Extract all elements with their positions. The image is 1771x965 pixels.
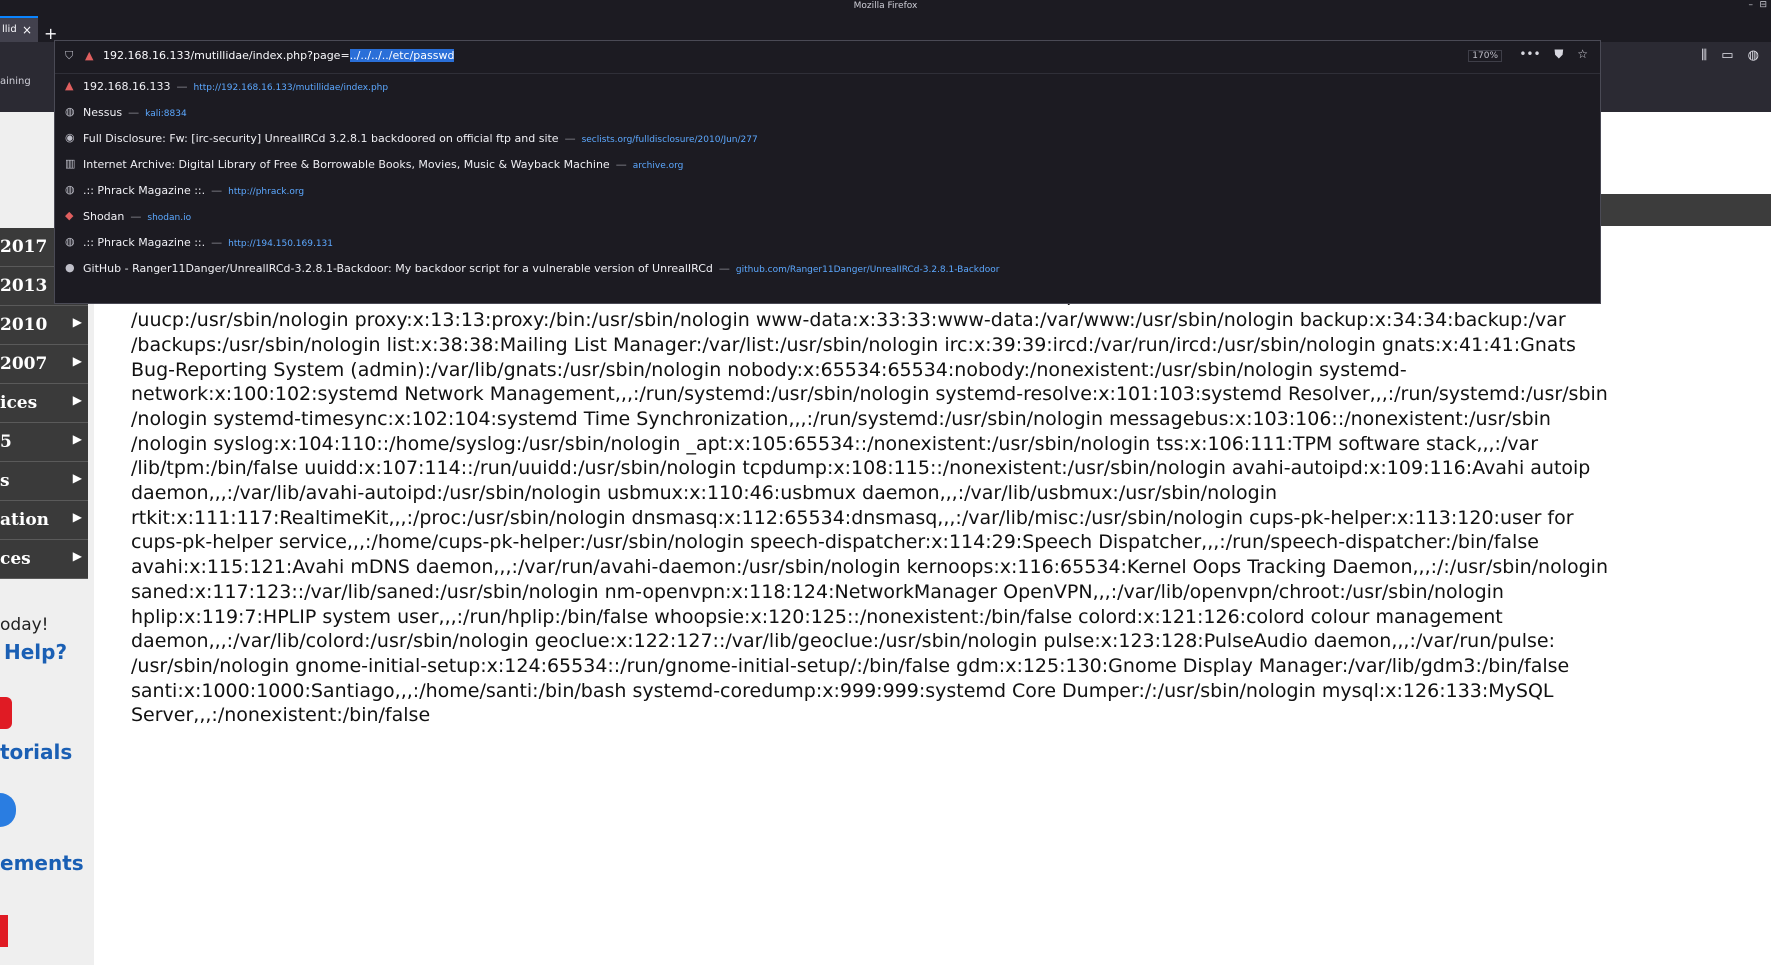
restore-button[interactable]: ⊟	[1759, 0, 1767, 10]
suggestion-item[interactable]: ● GitHub - Ranger11Danger/UnrealIRCd-3.2…	[55, 255, 1600, 283]
page-warning-icon: ▲	[85, 49, 94, 62]
shield-icon[interactable]: ⛉	[65, 49, 73, 63]
side-nav-label: ces	[0, 549, 31, 569]
suggestion-item[interactable]: ◍ .:: Phrack Magazine ::. — http://194.150…	[55, 229, 1600, 257]
bookmark-item[interactable]: aining	[0, 76, 31, 87]
url-prefix: 192.168.16.133/mutillidae/index.php?page…	[103, 49, 350, 62]
suggestion-url: seclists.org/fulldisclosure/2010/Jun/277	[581, 135, 758, 145]
badge-icon[interactable]	[0, 915, 8, 947]
suggestion-url: archive.org	[632, 161, 684, 171]
suggestion-title: .:: Phrack Magazine ::.	[83, 236, 206, 249]
suggestion-url: http://194.150.169.131	[228, 239, 333, 249]
suggestion-title: Internet Archive: Digital Library of Fre…	[83, 158, 610, 171]
suggestion-title: 192.168.16.133	[83, 80, 171, 93]
shodan-icon: ◆	[65, 209, 74, 222]
url-selection: ../../../../etc/passwd	[349, 49, 455, 62]
window-title: Mozilla Firefox	[853, 1, 918, 11]
url-input[interactable]: 192.168.16.133/mutillidae/index.php?page…	[103, 49, 455, 62]
help-link[interactable]: Help?	[4, 640, 67, 664]
side-nav-item[interactable]: s ▶	[0, 462, 88, 501]
chevron-right-icon: ▶	[72, 471, 82, 485]
window-titlebar: Mozilla Firefox – ⊟	[0, 0, 1771, 12]
suggestion-item[interactable]: ▲ 192.168.16.133— http://192.168.16.133/m…	[55, 73, 1600, 101]
side-nav-item[interactable]: 2010 ▶	[0, 306, 88, 345]
announcements-link[interactable]: ements	[0, 851, 84, 875]
suggestion-url: github.com/Ranger11Danger/UnrealIRCd-3.2…	[735, 265, 1000, 275]
chevron-right-icon: ▶	[72, 432, 82, 446]
page-actions-icon[interactable]: •••	[1519, 47, 1540, 61]
side-nav-label: 2010	[0, 315, 48, 335]
library-icon[interactable]: ⫼	[1701, 48, 1707, 63]
suggestion-item[interactable]: ▥ Internet Archive: Digital Library of F…	[55, 151, 1600, 179]
extension-icon[interactable]: ◍	[1748, 48, 1759, 63]
github-icon: ●	[65, 261, 75, 274]
chevron-right-icon: ▶	[72, 393, 82, 407]
url-actions: ••• ⛊ ☆	[1509, 47, 1588, 62]
eye-icon: ◉	[65, 131, 75, 144]
tutorials-link[interactable]: torials	[0, 740, 72, 764]
toolbar-buttons: ⫼ ▭ ◍	[1691, 48, 1759, 63]
zoom-level[interactable]: 170%	[1468, 50, 1502, 62]
side-nav-label: 2017	[0, 237, 48, 257]
side-nav-item[interactable]: ices ▶	[0, 384, 88, 423]
suggestion-url: http://192.168.16.133/mutillidae/index.p…	[193, 83, 389, 93]
globe-icon: ◍	[65, 183, 75, 196]
suggestion-title: GitHub - Ranger11Danger/UnrealIRCd-3.2.8…	[83, 262, 713, 275]
sidebar-icon[interactable]: ▭	[1721, 48, 1733, 63]
error-icon: ▲	[65, 79, 74, 92]
chevron-right-icon: ▶	[72, 549, 82, 563]
side-nav-item[interactable]: ces ▶	[0, 540, 88, 579]
globe-icon: ◍	[65, 105, 75, 118]
side-nav-label: 5	[0, 432, 12, 452]
suggestion-title: Full Disclosure: Fw: [irc-security] Unre…	[83, 132, 559, 145]
suggestion-url: kali:8834	[145, 109, 187, 119]
suggestion-title: Nessus	[83, 106, 123, 119]
suggestion-title: Shodan	[83, 210, 125, 223]
chevron-right-icon: ▶	[72, 510, 82, 524]
side-nav-item[interactable]: 2007 ▶	[0, 345, 88, 384]
suggestion-item[interactable]: ◍ .:: Phrack Magazine ::. — http://phrack.…	[55, 177, 1600, 205]
youtube-icon[interactable]	[0, 697, 12, 729]
minimize-button[interactable]: –	[1749, 0, 1754, 10]
side-nav-label: ices	[0, 393, 38, 413]
tab-bar: llid × +	[0, 12, 1771, 42]
suggestion-item[interactable]: ◉ Full Disclosure: Fw: [irc-security] Un…	[55, 125, 1600, 153]
passwd-output: nologin :7:lp:/var	[131, 235, 1608, 727]
side-nav-label: s	[0, 471, 10, 491]
side-nav-label: 2013	[0, 276, 48, 296]
side-nav-label: 2007	[0, 354, 48, 374]
pocket-icon[interactable]: ⛊	[1554, 47, 1563, 61]
side-nav-label: ation	[0, 510, 50, 530]
tab-active[interactable]: llid ×	[0, 16, 38, 42]
side-nav-item[interactable]: 5 ▶	[0, 423, 88, 462]
suggestion-item[interactable]: ◆ Shodan — shodan.io	[55, 203, 1600, 231]
suggestion-title: .:: Phrack Magazine ::.	[83, 184, 206, 197]
archive-icon: ▥	[65, 157, 76, 170]
suggestion-url: http://phrack.org	[228, 187, 305, 197]
url-dropdown: ⛉ ▲ 192.168.16.133/mutillidae/index.php?…	[54, 40, 1601, 304]
chevron-right-icon: ▶	[72, 315, 82, 329]
globe-icon: ◍	[65, 235, 75, 248]
tab-close-icon[interactable]: ×	[22, 23, 32, 37]
url-bar[interactable]: ⛉ ▲ 192.168.16.133/mutillidae/index.php?…	[55, 41, 1600, 74]
tab-label: llid	[2, 24, 17, 35]
suggestion-url: shodan.io	[147, 213, 192, 223]
today-text: oday!	[0, 615, 49, 635]
bookmark-star-icon[interactable]: ☆	[1577, 47, 1588, 61]
side-nav-item[interactable]: ation ▶	[0, 501, 88, 540]
chevron-right-icon: ▶	[72, 354, 82, 368]
suggestion-item[interactable]: ◍ Nessus — kali:8834	[55, 99, 1600, 127]
